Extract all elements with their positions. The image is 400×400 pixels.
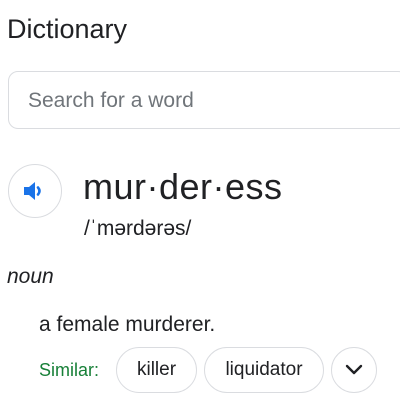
phonetic-spelling: /ˈmərdərəs/ — [84, 217, 192, 240]
speaker-icon — [24, 182, 41, 200]
similar-chip-liquidator[interactable]: liquidator — [204, 347, 324, 393]
similar-chip-killer[interactable]: killer — [116, 347, 197, 393]
pronounce-button[interactable] — [8, 164, 62, 218]
search-placeholder: Search for a word — [28, 89, 194, 112]
expand-similar-button[interactable] — [331, 347, 377, 393]
search-input[interactable]: Search for a word — [8, 71, 400, 129]
definition-text: a female murderer. — [39, 313, 216, 336]
page-title: Dictionary — [7, 14, 128, 44]
headword: mur·der·ess — [83, 166, 283, 207]
chevron-down-icon — [345, 364, 363, 375]
similar-label: Similar: — [39, 360, 100, 380]
part-of-speech: noun — [7, 265, 54, 288]
